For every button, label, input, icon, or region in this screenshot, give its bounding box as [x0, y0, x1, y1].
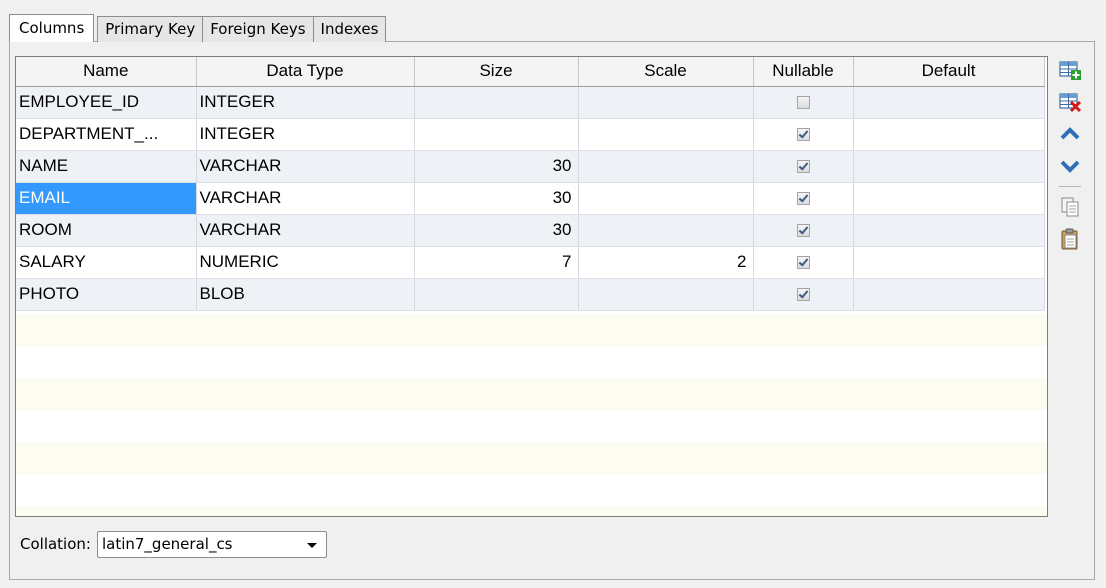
cell-name[interactable]: ROOM [16, 214, 197, 247]
move-up-icon[interactable] [1058, 122, 1082, 146]
table-row[interactable]: SALARY NUMERIC 7 2 [16, 246, 1045, 279]
column-header-size[interactable]: Size [414, 57, 579, 87]
chevron-down-icon [306, 542, 317, 548]
nullable-checkbox[interactable] [796, 192, 810, 206]
cell-default[interactable] [853, 182, 1045, 215]
tab-primary-key[interactable]: Primary Key [97, 16, 204, 42]
table-row[interactable]: NAME VARCHAR 30 [16, 150, 1045, 183]
add-column-icon[interactable] [1058, 58, 1082, 82]
nullable-checkbox[interactable] [796, 160, 810, 174]
column-toolbar [1058, 58, 1082, 259]
tab-bar: Columns Primary Key Foreign Keys Indexes [9, 14, 387, 42]
tab-foreign-keys[interactable]: Foreign Keys [202, 16, 314, 42]
nullable-checkbox[interactable] [796, 288, 810, 302]
column-header-data-type[interactable]: Data Type [196, 57, 415, 87]
cell-default[interactable] [853, 150, 1045, 183]
cell-data-type[interactable]: INTEGER [196, 86, 415, 119]
cell-name[interactable]: EMAIL [16, 182, 197, 215]
toolbar-separator [1059, 186, 1081, 187]
cell-nullable[interactable] [753, 118, 854, 151]
cell-data-type[interactable]: INTEGER [196, 118, 415, 151]
collation-value: latin7_general_cs [101, 534, 233, 553]
cell-nullable[interactable] [753, 246, 854, 279]
cell-size[interactable] [414, 278, 579, 311]
cell-name[interactable]: EMPLOYEE_ID [16, 86, 197, 119]
cell-name[interactable]: DEPARTMENT_... [16, 118, 197, 151]
cell-size[interactable]: 30 [414, 214, 579, 247]
cell-name[interactable]: NAME [16, 150, 197, 183]
cell-size[interactable]: 7 [414, 246, 579, 279]
cell-data-type[interactable]: VARCHAR [196, 150, 415, 183]
cell-default[interactable] [853, 278, 1045, 311]
cell-nullable[interactable] [753, 86, 854, 119]
tab-indexes[interactable]: Indexes [312, 16, 387, 42]
copy-icon[interactable] [1058, 195, 1082, 219]
paste-icon[interactable] [1058, 227, 1082, 251]
columns-grid[interactable]: Name Data Type Size Scale Nullable Defau… [15, 56, 1048, 517]
cell-scale[interactable] [578, 182, 754, 215]
cell-size[interactable]: 30 [414, 182, 579, 215]
cell-default[interactable] [853, 86, 1045, 119]
nullable-checkbox[interactable] [796, 96, 810, 110]
cell-scale[interactable] [578, 150, 754, 183]
column-header-scale[interactable]: Scale [578, 57, 754, 87]
cell-size[interactable]: 30 [414, 150, 579, 183]
collation-label: Collation: [20, 535, 91, 553]
cell-data-type[interactable]: BLOB [196, 278, 415, 311]
nullable-checkbox[interactable] [796, 128, 810, 142]
cell-scale[interactable] [578, 278, 754, 311]
cell-nullable[interactable] [753, 214, 854, 247]
cell-scale[interactable] [578, 118, 754, 151]
column-header-default[interactable]: Default [853, 57, 1045, 87]
collation-dropdown[interactable]: latin7_general_cs [96, 530, 327, 558]
cell-scale[interactable] [578, 214, 754, 247]
cell-data-type[interactable]: NUMERIC [196, 246, 415, 279]
collation-row: Collation: latin7_general_cs [20, 530, 327, 558]
cell-scale[interactable] [578, 86, 754, 119]
cell-name[interactable]: SALARY [16, 246, 197, 279]
table-row[interactable]: DEPARTMENT_... INTEGER [16, 118, 1045, 151]
cell-nullable[interactable] [753, 150, 854, 183]
table-row[interactable]: PHOTO BLOB [16, 278, 1045, 311]
cell-data-type[interactable]: VARCHAR [196, 214, 415, 247]
table-row[interactable]: EMPLOYEE_ID INTEGER [16, 86, 1045, 119]
table-row[interactable]: ROOM VARCHAR 30 [16, 214, 1045, 247]
cell-nullable[interactable] [753, 182, 854, 215]
columns-table: Name Data Type Size Scale Nullable Defau… [16, 57, 1045, 311]
cell-data-type[interactable]: VARCHAR [196, 182, 415, 215]
move-down-icon[interactable] [1058, 154, 1082, 178]
empty-grid-area[interactable] [16, 314, 1047, 516]
cell-size[interactable] [414, 118, 579, 151]
header-row: Name Data Type Size Scale Nullable Defau… [16, 57, 1045, 87]
cell-default[interactable] [853, 246, 1045, 279]
cell-nullable[interactable] [753, 278, 854, 311]
column-header-nullable[interactable]: Nullable [753, 57, 854, 87]
cell-name[interactable]: PHOTO [16, 278, 197, 311]
tab-columns[interactable]: Columns [9, 14, 95, 42]
cell-default[interactable] [853, 118, 1045, 151]
nullable-checkbox[interactable] [796, 256, 810, 270]
cell-size[interactable] [414, 86, 579, 119]
nullable-checkbox[interactable] [796, 224, 810, 238]
column-header-name[interactable]: Name [16, 57, 197, 87]
delete-column-icon[interactable] [1058, 90, 1082, 114]
table-row[interactable]: EMAIL VARCHAR 30 [16, 182, 1045, 215]
cell-scale[interactable]: 2 [578, 246, 754, 279]
cell-default[interactable] [853, 214, 1045, 247]
